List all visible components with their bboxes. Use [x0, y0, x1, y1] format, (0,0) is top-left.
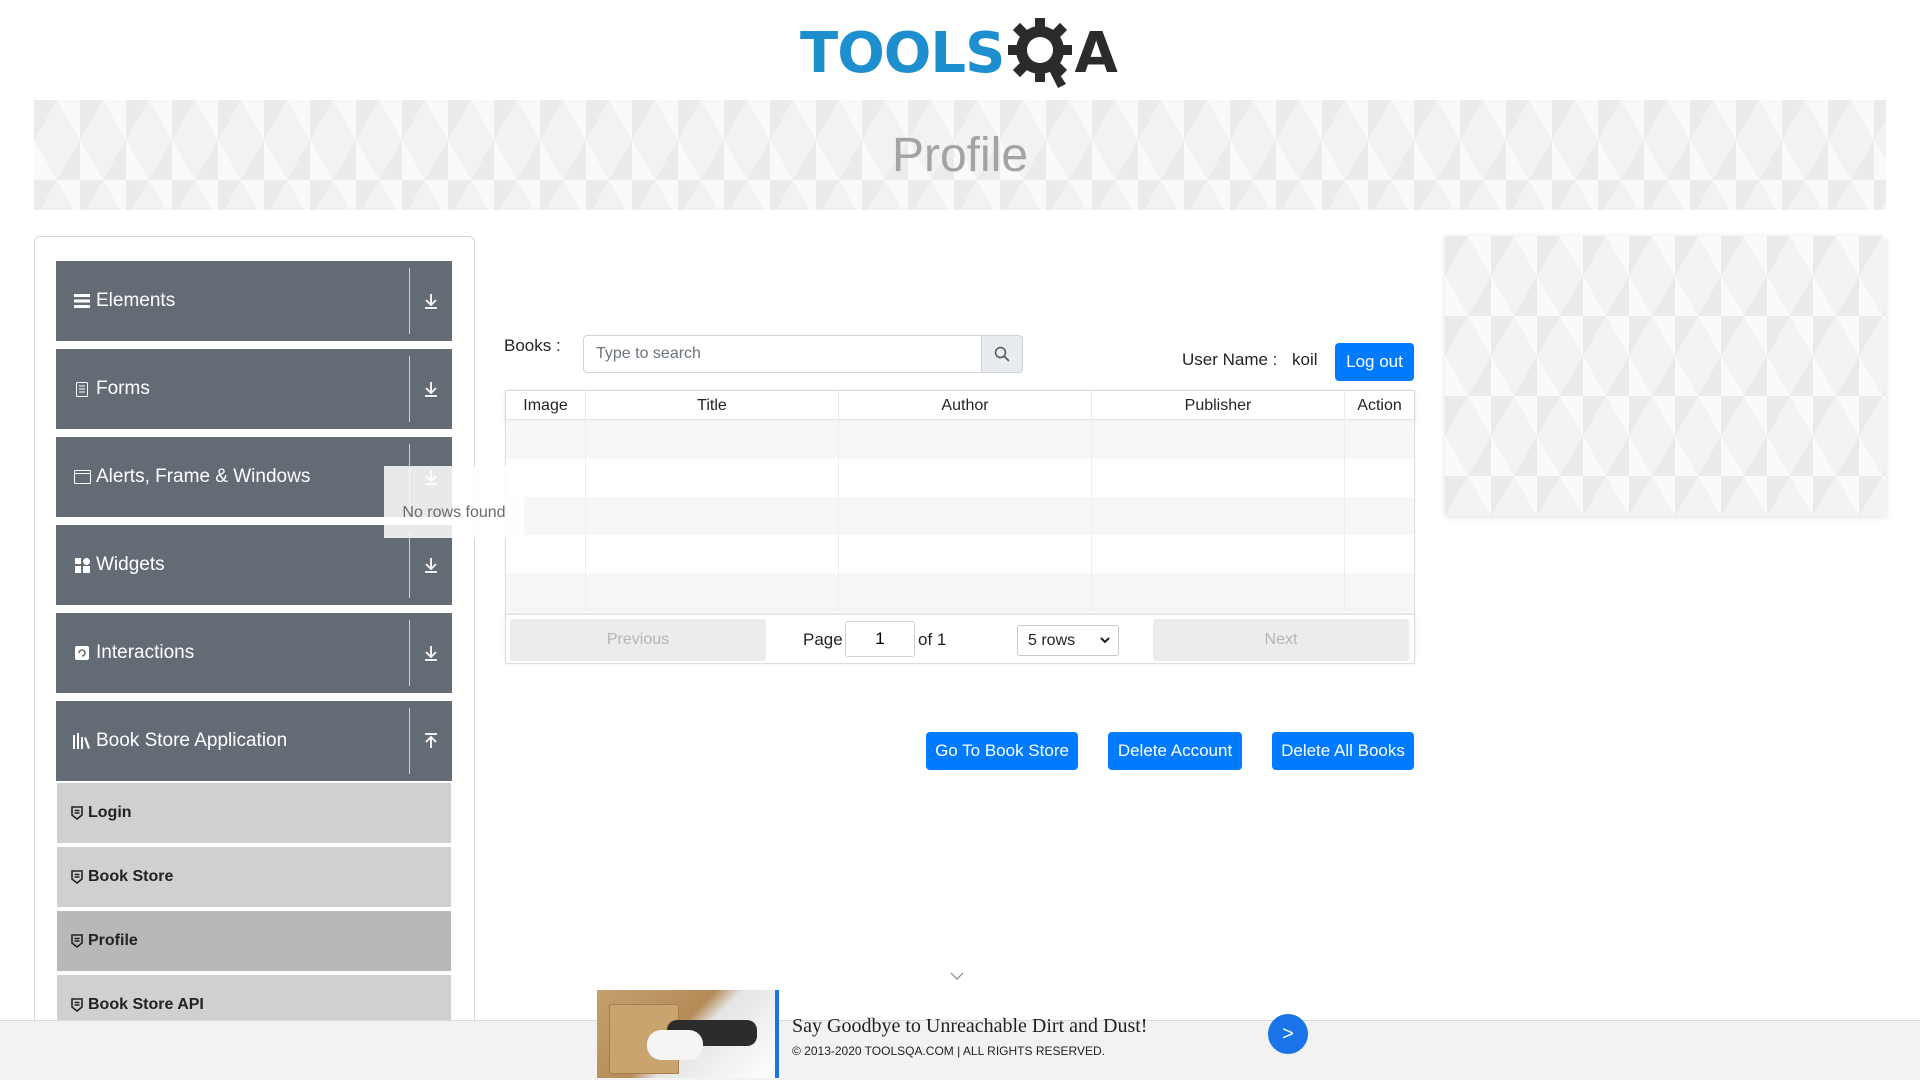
ad-nozzle-graphic	[647, 1030, 703, 1060]
left-sidebar: Elements Forms Alerts, Frame & Windows W…	[34, 236, 475, 1036]
upload-arrow-icon[interactable]	[410, 701, 452, 781]
download-arrow-icon[interactable]	[410, 261, 452, 341]
no-rows-message: No rows found	[384, 466, 524, 538]
divider	[409, 708, 410, 774]
sidebar-item-profile[interactable]: Profile	[57, 911, 451, 973]
page-total-label: of 1	[918, 630, 947, 649]
table-header: Image Title Author Publisher Action	[506, 391, 1414, 420]
table-body	[506, 421, 1414, 613]
ad-arrow-button[interactable]: >	[1268, 1014, 1308, 1054]
download-arrow-icon[interactable]	[410, 349, 452, 429]
username-value: koil	[1292, 350, 1318, 369]
widgets-icon	[73, 556, 91, 574]
sidebar-group-elements[interactable]: Elements	[56, 261, 452, 341]
sidebar-group-book-store-application[interactable]: Book Store Application	[56, 701, 452, 781]
rows-per-page-select[interactable]: 5 rows	[1017, 625, 1119, 656]
table-row	[506, 497, 1414, 535]
pagination-bar: Previous Page of 1 5 rows Next	[506, 613, 1414, 663]
column-header-author[interactable]: Author	[839, 391, 1092, 420]
sidebar-group-forms[interactable]: Forms	[56, 349, 452, 429]
page-number-input[interactable]	[845, 621, 915, 657]
previous-button[interactable]: Previous	[510, 619, 766, 661]
sidebar-item-label: Book Store	[88, 868, 174, 885]
books-label: Books :	[504, 336, 561, 355]
gear-q-icon	[1008, 18, 1073, 88]
username-label: User Name :	[1182, 350, 1278, 369]
table-row	[506, 573, 1414, 611]
page-banner: Profile	[34, 100, 1886, 210]
table-row	[506, 421, 1414, 459]
item-icon	[71, 998, 83, 1012]
delete-account-button[interactable]: Delete Account	[1108, 732, 1242, 770]
window-icon	[73, 468, 91, 486]
logo-tools-text: TOOLS	[800, 20, 1005, 86]
page: TOOLS A Profile Elements Forms Alerts, F…	[0, 0, 1920, 1080]
download-arrow-icon[interactable]	[410, 613, 452, 693]
books-table: Image Title Author Publisher Action Prev…	[505, 390, 1415, 664]
item-icon	[71, 806, 83, 820]
interactions-icon	[73, 644, 91, 662]
sidebar-item-login[interactable]: Login	[57, 783, 451, 845]
sidebar-item-label: Profile	[88, 932, 138, 949]
logo-a-text: A	[1074, 20, 1118, 86]
logout-button[interactable]: Log out	[1335, 343, 1414, 381]
sidebar-group-label: Widgets	[96, 554, 165, 575]
column-header-action[interactable]: Action	[1345, 391, 1414, 420]
chevron-down-icon[interactable]	[950, 972, 964, 980]
rows-per-page-value: 5 rows	[1028, 631, 1076, 649]
divider	[409, 620, 410, 686]
sidebar-group-label: Alerts, Frame & Windows	[96, 466, 311, 487]
column-header-image[interactable]: Image	[506, 391, 586, 420]
go-to-book-store-button[interactable]: Go To Book Store	[926, 732, 1078, 770]
search-button[interactable]	[982, 335, 1023, 373]
item-icon	[71, 870, 83, 884]
delete-all-books-button[interactable]: Delete All Books	[1272, 732, 1414, 770]
sidebar-group-label: Elements	[96, 290, 176, 311]
chevron-down-icon	[1100, 637, 1110, 644]
item-icon	[71, 934, 83, 948]
ad-product-image[interactable]	[597, 990, 779, 1078]
sidebar-group-label: Forms	[96, 378, 150, 399]
divider	[409, 356, 410, 422]
table-row	[506, 535, 1414, 573]
divider	[409, 268, 410, 334]
right-ad-placeholder	[1445, 236, 1886, 516]
page-label: Page	[803, 630, 843, 649]
sidebar-group-label: Book Store Application	[96, 730, 288, 751]
document-icon	[73, 380, 91, 398]
ad-headline[interactable]: Say Goodbye to Unreachable Dirt and Dust…	[792, 1015, 1147, 1038]
menu-icon	[73, 292, 91, 310]
sidebar-group-label: Interactions	[96, 642, 195, 663]
sidebar-group-interactions[interactable]: Interactions	[56, 613, 452, 693]
table-row	[506, 459, 1414, 497]
divider	[409, 532, 410, 598]
column-header-title[interactable]: Title	[586, 391, 839, 420]
page-title: Profile	[891, 128, 1029, 182]
column-header-publisher[interactable]: Publisher	[1092, 391, 1345, 420]
sidebar-item-label: Login	[88, 804, 132, 821]
sidebar-item-book-store[interactable]: Book Store	[57, 847, 451, 909]
copyright-text: © 2013-2020 TOOLSQA.COM | ALL RIGHTS RES…	[792, 1044, 1105, 1058]
toolsqa-logo[interactable]: TOOLS A	[800, 14, 1125, 92]
library-icon	[73, 732, 91, 750]
next-button[interactable]: Next	[1153, 619, 1409, 661]
search-icon	[994, 346, 1010, 362]
search-box	[583, 335, 1023, 373]
sidebar-item-label: Book Store API	[88, 996, 204, 1013]
search-input[interactable]	[583, 335, 982, 373]
